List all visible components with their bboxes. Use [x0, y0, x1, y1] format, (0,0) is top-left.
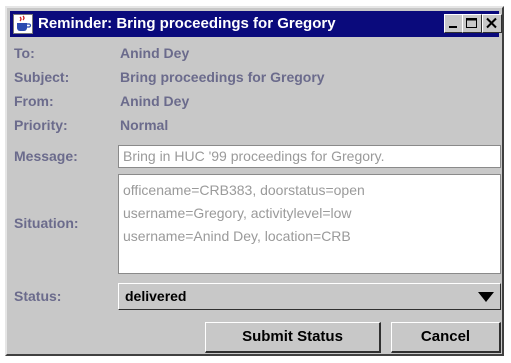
minimize-icon — [449, 26, 457, 28]
close-button[interactable] — [482, 14, 502, 33]
situation-line: username=Gregory, activitylevel=low — [123, 205, 352, 221]
from-value: Anind Dey — [120, 93, 190, 109]
subject-label: Subject: — [14, 69, 70, 85]
subject-value: Bring proceedings for Gregory — [120, 69, 325, 85]
dialog-frame: Reminder: Bring proceedings for Gregory … — [5, 6, 504, 356]
cancel-button[interactable]: Cancel — [391, 322, 501, 353]
reminder-window: Reminder: Bring proceedings for Gregory … — [0, 0, 511, 363]
message-field[interactable]: Bring in HUC '99 proceedings for Gregory… — [118, 145, 501, 168]
situation-field[interactable]: officename=CRB383, doorstatus=open usern… — [118, 174, 501, 274]
from-label: From: — [14, 93, 54, 109]
close-icon — [486, 17, 497, 29]
to-value: Anind Dey — [120, 45, 190, 61]
status-label: Status: — [14, 288, 62, 304]
situation-line: officename=CRB383, doorstatus=open — [123, 182, 365, 198]
minimize-button[interactable] — [444, 14, 464, 33]
submit-status-button[interactable]: Submit Status — [205, 322, 381, 353]
maximize-icon — [466, 18, 477, 28]
status-dropdown[interactable]: delivered — [118, 283, 501, 310]
to-label: To: — [14, 45, 35, 61]
maximize-button[interactable] — [462, 14, 482, 33]
title-bar[interactable]: Reminder: Bring proceedings for Gregory — [10, 11, 502, 37]
java-cup-icon[interactable] — [13, 14, 33, 34]
window-title: Reminder: Bring proceedings for Gregory — [38, 15, 336, 32]
chevron-down-icon[interactable] — [478, 292, 494, 302]
priority-value: Normal — [120, 117, 169, 133]
situation-line: username=Anind Dey, location=CRB — [123, 228, 351, 244]
status-value: delivered — [125, 288, 187, 304]
message-label: Message: — [14, 148, 78, 164]
situation-label: Situation: — [14, 215, 79, 231]
priority-label: Priority: — [14, 117, 68, 133]
